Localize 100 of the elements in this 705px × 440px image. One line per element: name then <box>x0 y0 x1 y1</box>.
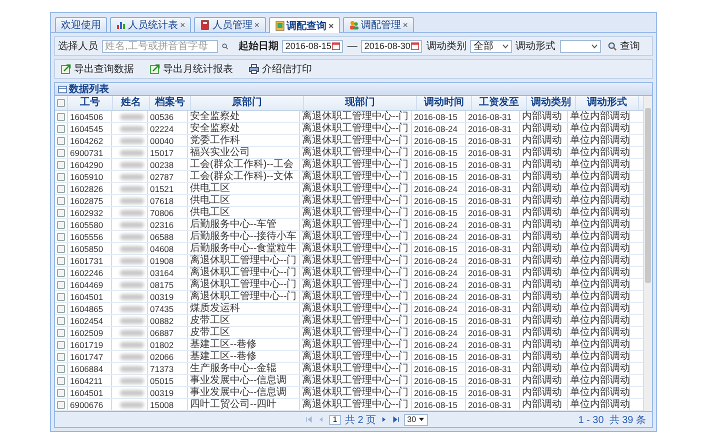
table-cell: 1604262 <box>70 136 104 146</box>
table-cell: 2016-08-24 <box>414 220 458 230</box>
table-cell: 01521 <box>150 184 174 194</box>
tab[interactable]: 调配管理 × <box>342 17 414 32</box>
table-cell: 离退休职工管理中心--门 <box>302 123 409 134</box>
table-cell: 单位内部调动 <box>570 183 630 194</box>
table-cell: 00319 <box>150 292 174 302</box>
table-cell: 内部调动 <box>522 291 562 302</box>
tab[interactable]: 欢迎使用 <box>55 17 107 32</box>
table-cell: 1602875 <box>70 196 104 206</box>
table-cell: 基建工区--巷修 <box>190 351 257 362</box>
table-cell: 6900676 <box>70 400 104 410</box>
table-cell: 00536 <box>150 112 174 122</box>
table-cell: 离退休职工管理中心--门 <box>302 315 409 326</box>
table-cell: 2016-08-15 <box>414 364 458 374</box>
table-cell: 2016-08-24 <box>414 184 458 194</box>
table-cell: 2016-08-24 <box>414 292 458 302</box>
table-cell: 皮带工区 <box>190 327 230 338</box>
table-cell: 02316 <box>150 220 174 230</box>
table-cell: 1604469 <box>70 280 104 290</box>
table-cell: 单位内部调动 <box>570 111 630 122</box>
table-cell: 内部调动 <box>522 243 562 254</box>
table-cell: 离退休职工管理中心--门 <box>302 135 409 146</box>
query-button[interactable]: 查询 <box>605 39 643 53</box>
page-size-dropdown[interactable]: 30 <box>404 414 428 426</box>
table-cell: 内部调动 <box>522 399 562 410</box>
table-cell: 2016-08-15 <box>414 208 458 218</box>
table-cell: 工会(群众工作科)--文体 <box>190 171 294 182</box>
table-cell: 2016-08-15 <box>414 172 458 182</box>
page-number-field[interactable]: 1 <box>329 414 341 424</box>
end-date-field[interactable]: 2016-08-30 <box>361 40 422 52</box>
table-cell: 2016-08-24 <box>414 268 458 278</box>
panel-title: 数据列表 <box>69 82 109 96</box>
table-cell: 离退休职工管理中心--门 <box>302 219 409 230</box>
table-cell: 离退休职工管理中心--门 <box>302 147 409 158</box>
tab[interactable]: 人员统计表 × <box>110 17 192 32</box>
table-cell: 离退休职工管理中心--门 <box>302 303 409 314</box>
table-cell: 2016-08-24 <box>414 328 458 338</box>
table-cell: 福兴实业公司 <box>190 147 250 158</box>
table-cell: 2016-08-31 <box>468 124 512 134</box>
table-cell: 2016-08-31 <box>468 268 512 278</box>
column-header[interactable]: 工资发至 <box>472 96 527 110</box>
toolbar-button[interactable]: 导出查询数据 <box>58 62 137 76</box>
table-cell: 后勤服务中心--车管 <box>190 219 277 230</box>
table-cell: 1604865 <box>70 304 104 314</box>
table-cell: 2016-08-15 <box>414 376 458 386</box>
table-cell: 2016-08-24 <box>414 280 458 290</box>
column-header[interactable]: 现部门 <box>304 96 417 110</box>
table-cell: 内部调动 <box>522 267 562 278</box>
toolbar-button[interactable]: 介绍信打印 <box>246 62 315 76</box>
table-cell: 00882 <box>150 316 174 326</box>
table-cell: 2016-08-31 <box>468 244 512 254</box>
table-cell: 内部调动 <box>522 339 562 350</box>
table-cell: 04608 <box>150 244 174 254</box>
column-header[interactable]: 姓名 <box>113 96 150 110</box>
table-cell: 2016-08-31 <box>468 316 512 326</box>
table-cell: 内部调动 <box>522 231 562 242</box>
start-date-field[interactable]: 2016-08-15 <box>282 40 344 52</box>
table-cell: 00238 <box>150 160 174 170</box>
tab[interactable]: 人员管理 × <box>194 17 266 32</box>
table-cell: 03164 <box>150 268 174 278</box>
column-header[interactable]: 档案号 <box>150 96 191 110</box>
column-header[interactable]: 调动类别 <box>527 96 576 110</box>
table-cell: 15017 <box>150 148 174 158</box>
toolbar-button[interactable]: 导出月统计报表 <box>147 62 236 76</box>
type-dropdown[interactable]: 全部 <box>470 40 512 52</box>
table-cell: 2016-08-31 <box>468 328 512 338</box>
table-cell: 1602932 <box>70 208 104 218</box>
table-cell: 四叶工贸公司--四叶 <box>190 399 277 410</box>
column-header[interactable]: 工号 <box>68 96 113 110</box>
tab[interactable]: 调配查询 × <box>268 17 340 33</box>
table-cell: 离退休职工管理中心--门 <box>190 279 297 290</box>
table-cell: 单位内部调动 <box>570 159 630 170</box>
table-cell: 2016-08-15 <box>414 316 458 326</box>
page-count: 共 2 页 <box>345 414 376 426</box>
column-header[interactable]: 原部门 <box>191 96 304 110</box>
table-cell: 1602509 <box>70 328 104 338</box>
table-cell: 2016-08-15 <box>414 244 458 254</box>
table-cell: 单位内部调动 <box>570 303 630 314</box>
table-cell: 2016-08-15 <box>414 352 458 362</box>
table-cell: 00040 <box>150 136 174 146</box>
table-cell: 内部调动 <box>522 159 562 170</box>
table-cell: 07435 <box>150 304 174 314</box>
table-cell: 02066 <box>150 352 174 362</box>
table-cell: 02787 <box>150 172 174 182</box>
table-cell: 单位内部调动 <box>570 387 630 398</box>
table-cell: 2016-08-31 <box>468 388 512 398</box>
table-cell: 党委工作科 <box>190 135 240 146</box>
table-cell: 离退休职工管理中心--门 <box>302 399 409 410</box>
table-cell: 离退休职工管理中心--门 <box>302 351 409 362</box>
column-header[interactable]: 调动时间 <box>417 96 472 110</box>
table-cell: 2016-08-31 <box>468 304 512 314</box>
table-cell: 06588 <box>150 232 174 242</box>
column-header[interactable]: 调动形式 <box>576 96 639 110</box>
table-cell: 1605580 <box>70 220 104 230</box>
table-cell: 2016-08-15 <box>414 136 458 146</box>
table-cell: 07618 <box>150 196 174 206</box>
table-cell: 2016-08-15 <box>414 160 458 170</box>
table-cell: 1606884 <box>70 364 104 374</box>
table-cell: 2016-08-24 <box>414 340 458 350</box>
